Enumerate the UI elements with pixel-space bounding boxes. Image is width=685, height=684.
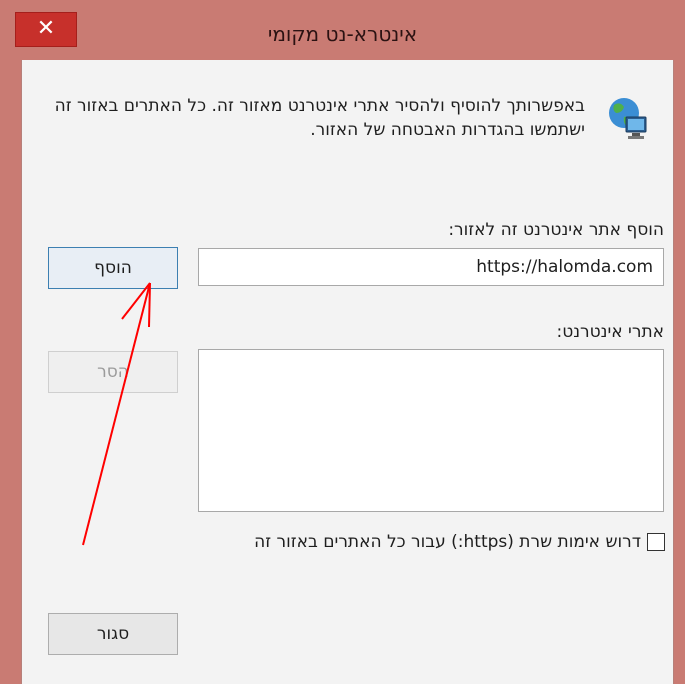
add-site-label: הוסף אתר אינטרנט זה לאזור: [448,220,664,240]
close-button[interactable]: סגור [48,613,178,655]
websites-label: אתרי אינטרנט: [556,322,665,342]
zone-description: באפשרותך להוסיף ולהסיר אתרי אינטרנט מאזו… [54,96,585,140]
websites-list[interactable] [198,349,664,512]
dialog-window: ✕ אינטרא-נט מקומי באפשרותך להוסיף ולהסיר… [0,0,685,684]
require-https-checkbox[interactable] [647,533,665,551]
title-bar[interactable]: ✕ אינטרא-נט מקומי [0,0,685,60]
add-button[interactable]: הוסף [48,247,178,289]
require-https-row[interactable]: דרוש אימות שרת (https:) עבור כל האתרים ב… [254,532,665,552]
window-frame-left [0,0,10,684]
globe-computer-icon [609,98,647,139]
remove-button[interactable]: הסר [48,351,178,393]
window-frame-right [674,60,685,684]
add-site-input[interactable] [198,248,664,286]
window-title: אינטרא-נט מקומי [267,22,418,46]
require-https-label: דרוש אימות שרת (https:) עבור כל האתרים ב… [254,532,641,552]
